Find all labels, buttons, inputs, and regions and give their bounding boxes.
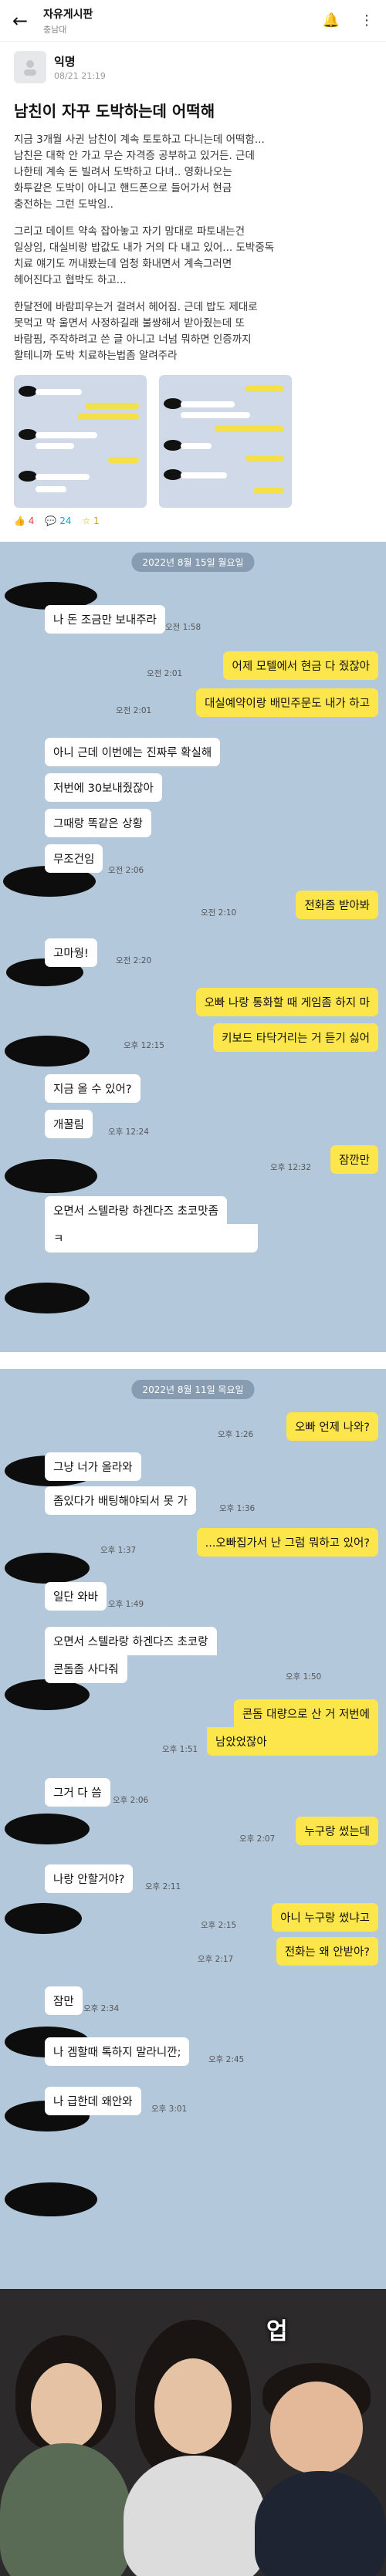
- chat-bubble: 그냥 너가 올라와: [45, 1452, 141, 1481]
- board-region: 충남대: [43, 24, 67, 35]
- bell-icon[interactable]: 🔔: [323, 12, 340, 29]
- timestamp: 오전 2:10: [201, 908, 237, 918]
- chat-date: 2022년 8월 15일 월요일: [131, 553, 255, 572]
- chat-bubble: 고마웡!: [45, 938, 97, 967]
- chat-bubble: 남았었잖아: [207, 1727, 378, 1756]
- paragraph: 지금 3개월 사귄 남친이 계속 토토하고 다니는데 어떡함... 남친은 대학…: [14, 134, 265, 211]
- chat-bubble: 지금 올 수 있어?: [45, 1074, 141, 1103]
- like-count[interactable]: 👍 4: [14, 516, 34, 526]
- timestamp: 오전 2:01: [147, 669, 183, 678]
- chat-bubble: 콘돔 대량으로 산 거 저번에: [233, 1699, 378, 1728]
- timestamp: 오전 2:01: [116, 706, 152, 715]
- timestamp: 오후 3:01: [151, 2104, 188, 2114]
- chat-bubble: 키보드 타닥거리는 거 듣기 싫어: [213, 1023, 378, 1052]
- timestamp: 오후 2:07: [239, 1834, 276, 1844]
- timestamp: 오후 2:45: [208, 2055, 245, 2064]
- chat-bubble: ㅋ: [45, 1224, 258, 1253]
- chat-bubble: 무조건임: [45, 844, 103, 873]
- attached-image-thumbnail[interactable]: [159, 375, 292, 508]
- timestamp: 오후 2:34: [83, 2004, 120, 2013]
- chat-date: 2022년 8월 11일 목요일: [131, 1380, 255, 1399]
- user-icon: [24, 60, 36, 76]
- paragraph: 한달전에 바람피우는거 걸려서 헤어짐. 근데 밥도 제대로 못먹고 막 울면서…: [14, 301, 258, 362]
- timestamp: 오후 1:37: [100, 1546, 137, 1555]
- chat-bubble: 아니 누구랑 썼냐고: [272, 1903, 378, 1932]
- chat-bubble: 오빠 언제 나와?: [286, 1412, 378, 1441]
- attachment-thumbnails: [14, 375, 372, 508]
- chat-bubble: 일단 와바: [45, 1582, 107, 1611]
- back-arrow-icon[interactable]: ←: [12, 10, 34, 32]
- timestamp: 오후 2:06: [113, 1796, 149, 1805]
- timestamp: 오전 1:58: [165, 623, 201, 632]
- reaction-photo: 업: [0, 2289, 386, 2576]
- chat-bubble: 누구랑 썼는데: [296, 1817, 378, 1845]
- top-bar: ← 자유게시판 충남대 🔔 ⋮: [0, 0, 386, 42]
- author-name: 익명: [54, 55, 76, 69]
- post-stats: 👍 4 💬 24 ☆ 1: [14, 516, 372, 526]
- divider: [0, 1352, 386, 1369]
- meme-caption: 업: [266, 2318, 288, 2345]
- timestamp: 오후 1:50: [286, 1672, 322, 1682]
- timestamp: 오후 12:24: [108, 1127, 149, 1137]
- chat-bubble: 대실예약이랑 배민주문도 내가 하고: [196, 688, 378, 717]
- chat-bubble: 그거 다 씀: [45, 1778, 110, 1807]
- chat-bubble: 나 급한데 왜안와: [45, 2087, 141, 2115]
- board-title: 자유게시판: [43, 8, 93, 21]
- star-icon: ☆: [82, 516, 91, 526]
- timestamp: 오후 12:15: [124, 1041, 164, 1050]
- chat-screenshot-2: 2022년 8월 11일 목요일 오빠 언제 나와? 오후 1:26 그냥 너가…: [0, 1369, 386, 2289]
- board-info: 자유게시판 충남대: [43, 6, 323, 35]
- chat-bubble: ...오빠집가서 난 그럼 뭐하고 있어?: [196, 1528, 378, 1557]
- post-date: 08/21 21:19: [54, 71, 106, 81]
- timestamp: 오후 1:51: [162, 1745, 198, 1754]
- chat-bubble: 어제 모텔에서 현금 다 줬잖아: [223, 651, 378, 680]
- comment-icon: 💬: [45, 516, 57, 526]
- chat-bubble: 콘돔좀 사다줘: [45, 1655, 127, 1683]
- post-title: 남친이 자꾸 도박하는데 어떡해: [14, 102, 215, 120]
- chat-bubble: 오면서 스텔라랑 하겐다즈 초코랑: [45, 1627, 217, 1655]
- chat-screenshot-1: 2022년 8월 15일 월요일 나 돈 조금만 보내주라 오전 1:58 어제…: [0, 542, 386, 1352]
- scrap-count[interactable]: ☆ 1: [82, 516, 99, 526]
- chat-bubble: 그때랑 똑같은 상황: [45, 809, 151, 837]
- post: 익명 08/21 21:19 남친이 자꾸 도박하는데 어떡해 지금 3개월 사…: [0, 42, 386, 526]
- chat-bubble: 저번에 30보내줬잖아: [45, 773, 162, 802]
- timestamp: 오후 2:11: [145, 1882, 181, 1891]
- chat-bubble: 아니 근데 이번에는 진짜루 확실해: [45, 738, 221, 766]
- chat-bubble: 전화좀 받아봐: [296, 891, 378, 919]
- post-body: 지금 3개월 사귄 남친이 계속 토토하고 다니는데 어떡함... 남친은 대학…: [14, 132, 372, 364]
- chat-bubble: 잠깐만: [330, 1145, 378, 1174]
- chat-bubble: 나 겜할때 톡하지 말라니깐;: [45, 2037, 190, 2066]
- thumbs-up-icon: 👍: [14, 516, 25, 526]
- timestamp: 오후 12:32: [270, 1163, 311, 1172]
- chat-bubble: 잠만: [45, 1986, 83, 2015]
- avatar: [14, 51, 46, 83]
- chat-bubble: 좀있다가 배팅해야되서 못 가: [45, 1486, 196, 1515]
- comment-count[interactable]: 💬 24: [45, 516, 71, 526]
- timestamp: 오후 1:49: [108, 1600, 144, 1609]
- attached-image-thumbnail[interactable]: [14, 375, 147, 508]
- chat-bubble: 나 돈 조금만 보내주라: [45, 605, 165, 634]
- timestamp: 오후 1:26: [218, 1430, 254, 1439]
- chat-bubble: 오면서 스텔라랑 하겐다즈 초코맛좀: [45, 1196, 227, 1225]
- author-row: 익명 08/21 21:19: [14, 51, 372, 83]
- timestamp: 오후 1:36: [219, 1504, 256, 1513]
- chat-bubble: 오빠 나랑 통화할 때 게임좀 하지 마: [195, 988, 378, 1016]
- more-menu-icon[interactable]: ⋮: [360, 12, 374, 29]
- chat-bubble: 개꿀림: [45, 1110, 93, 1138]
- timestamp: 오전 2:20: [116, 956, 152, 965]
- chat-bubble: 나랑 안할거야?: [45, 1864, 134, 1893]
- paragraph: 그리고 데이트 약속 잡아놓고 자기 맘대로 파토내는건 일상임, 대실비랑 밥…: [14, 225, 275, 286]
- chat-bubble: 전화는 왜 안받아?: [276, 1937, 378, 1966]
- timestamp: 오전 2:06: [108, 866, 144, 875]
- timestamp: 오후 2:15: [201, 1921, 237, 1930]
- timestamp: 오후 2:17: [198, 1955, 234, 1964]
